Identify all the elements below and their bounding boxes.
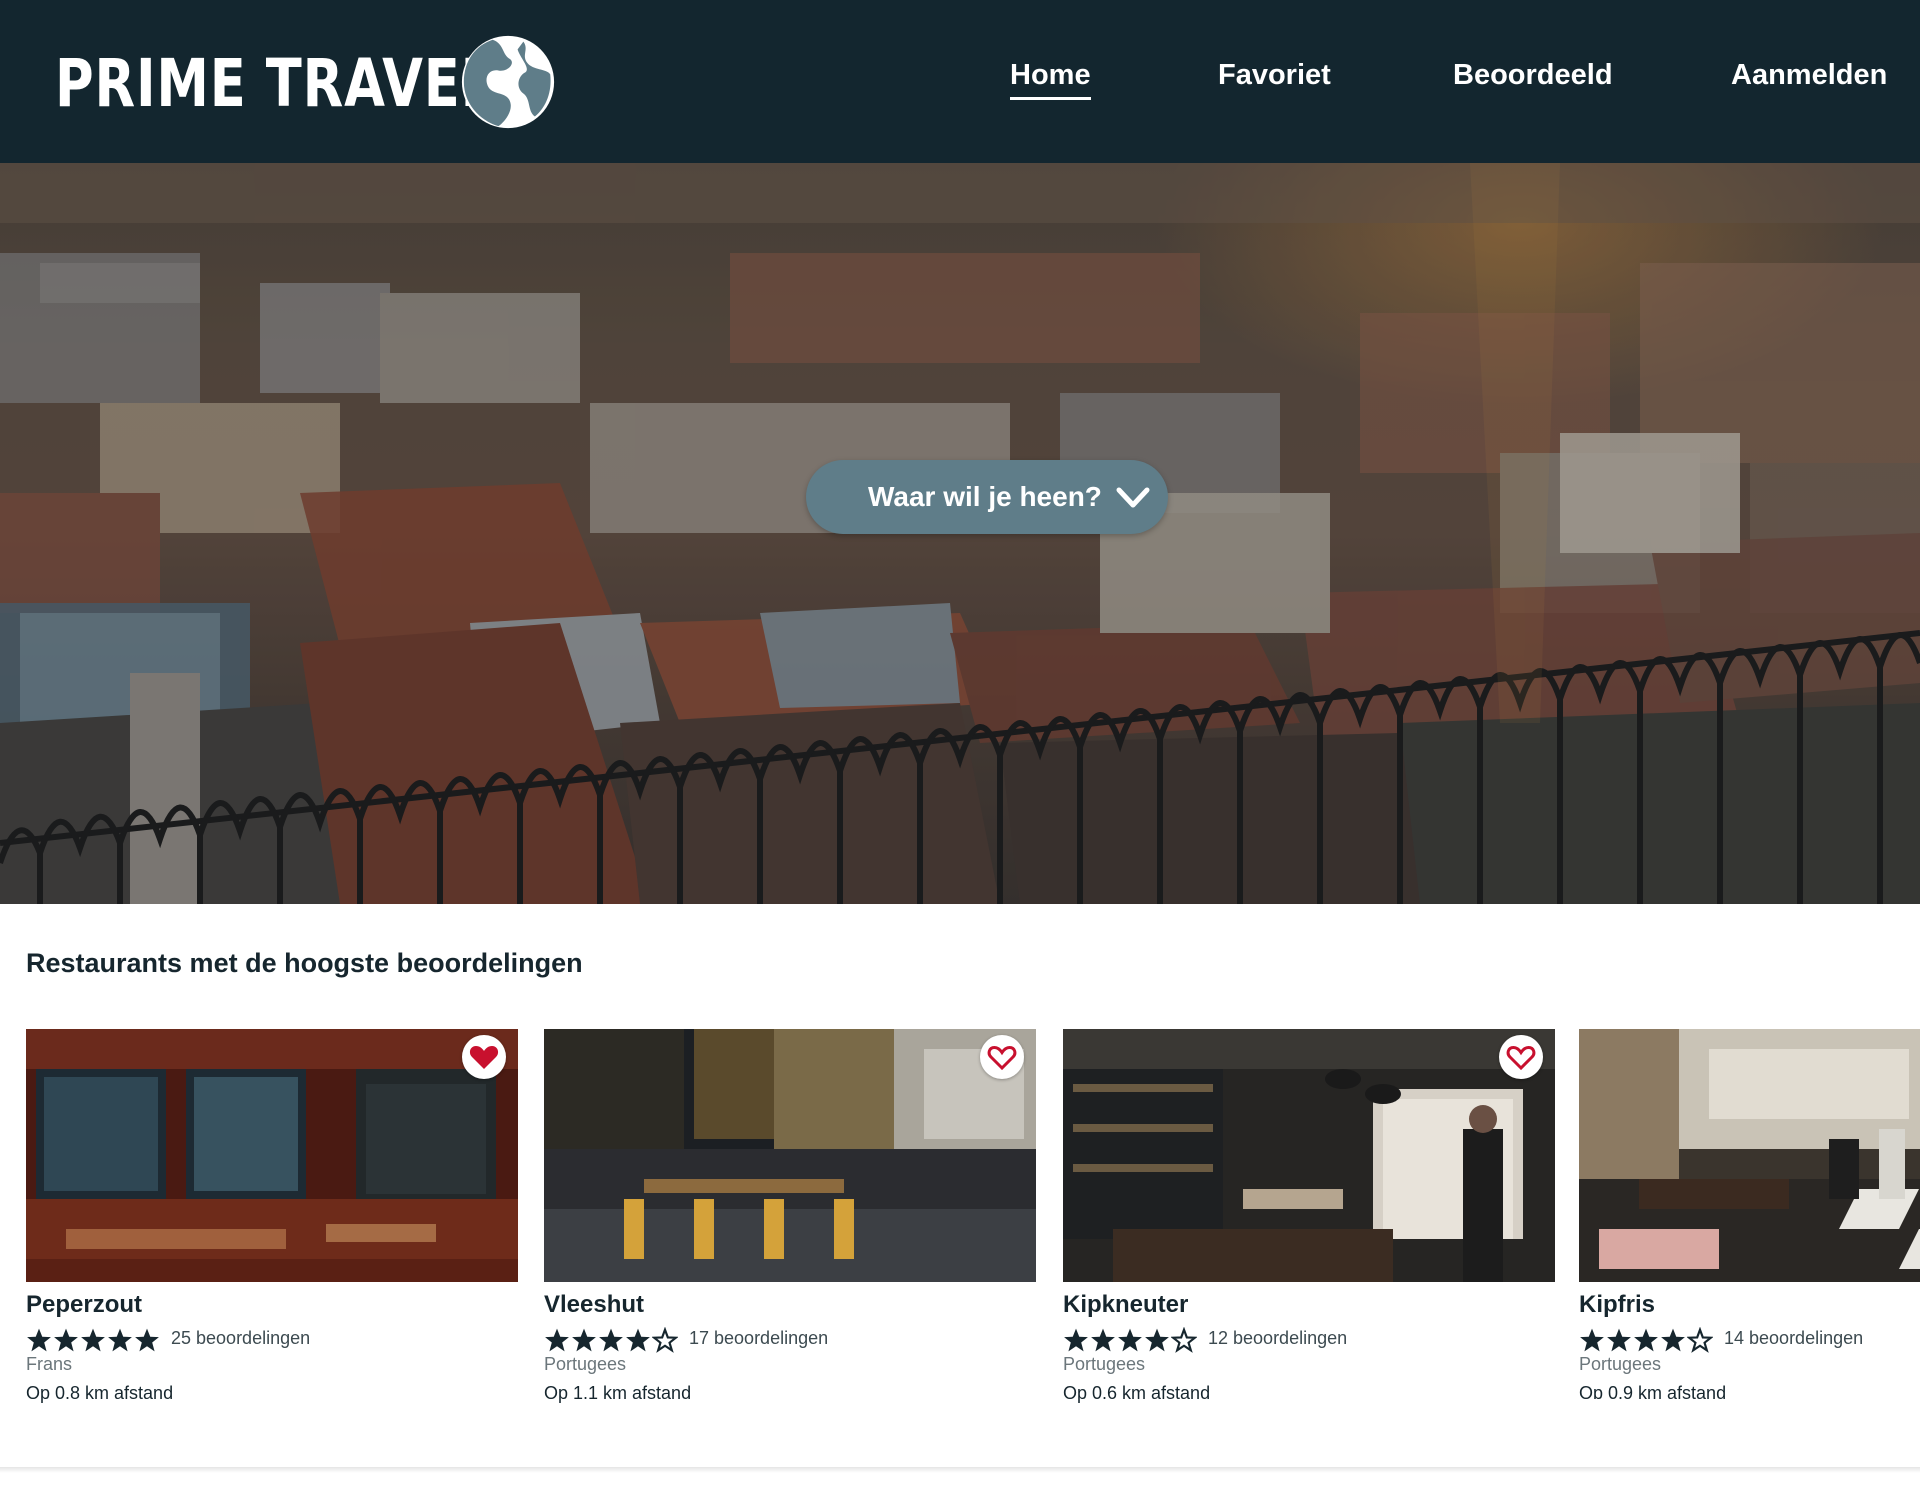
- restaurant-photo[interactable]: [544, 1029, 1036, 1282]
- star-filled-icon: [1091, 1328, 1115, 1352]
- heart-outline-icon: [1506, 1045, 1536, 1071]
- star-empty-icon: [1687, 1327, 1713, 1353]
- chevron-down-icon: [1116, 487, 1150, 508]
- distance-label: Op 0.6 km afstand: [1063, 1383, 1211, 1403]
- star-filled-icon: [135, 1328, 159, 1352]
- star-filled-icon: [1145, 1328, 1169, 1352]
- restaurant-name[interactable]: Kipfris: [1579, 1291, 1655, 1319]
- restaurant-photo[interactable]: [26, 1029, 518, 1282]
- nav-aanmelden[interactable]: Aanmelden: [1731, 55, 1887, 95]
- restaurant-card[interactable]: Vleeshut 17 beoordelingen Portugees Op 1…: [544, 1029, 1036, 1403]
- nav-favoriet[interactable]: Favoriet: [1218, 55, 1331, 95]
- star-filled-icon: [572, 1328, 596, 1352]
- star-filled-icon: [545, 1328, 569, 1352]
- star-empty-icon: [1171, 1327, 1197, 1353]
- star-filled-icon: [1661, 1328, 1685, 1352]
- section-title: Restaurants met de hoogste beoordelingen: [26, 948, 583, 978]
- heart-outline-icon: [987, 1045, 1017, 1071]
- star-filled-icon: [599, 1328, 623, 1352]
- destination-dropdown[interactable]: Waar wil je heen?: [806, 460, 1168, 534]
- distance-label: Op 0.8 km afstand: [26, 1383, 174, 1403]
- cuisine-label: Portugees: [544, 1354, 627, 1374]
- top-navbar: PRIME TRAVELS Home Favoriet Beoordeeld A…: [0, 0, 1920, 163]
- star-filled-icon: [1064, 1328, 1088, 1352]
- star-filled-icon: [1634, 1328, 1658, 1352]
- cuisine-label: Frans: [26, 1354, 73, 1374]
- star-filled-icon: [81, 1328, 105, 1352]
- cuisine-label: Portugees: [1579, 1354, 1662, 1374]
- star-empty-icon: [652, 1327, 678, 1353]
- restaurant-name[interactable]: Kipkneuter: [1063, 1291, 1188, 1319]
- favorite-button[interactable]: [1499, 1035, 1543, 1079]
- star-filled-icon: [626, 1328, 650, 1352]
- star-filled-icon: [27, 1328, 51, 1352]
- footer-divider: [0, 1467, 1920, 1473]
- restaurant-card[interactable]: Kipkneuter 12 beoordelingen Portugees Op…: [1063, 1029, 1555, 1403]
- restaurant-name[interactable]: Peperzout: [26, 1291, 142, 1319]
- star-rating: [1579, 1327, 1714, 1353]
- favorite-button[interactable]: [462, 1035, 506, 1079]
- restaurant-name[interactable]: Vleeshut: [544, 1291, 644, 1319]
- restaurant-photo[interactable]: [1579, 1029, 1920, 1282]
- nav-beoordeeld[interactable]: Beoordeeld: [1453, 55, 1613, 95]
- review-count: 14 beoordelingen: [1724, 1328, 1864, 1348]
- distance-label: Op 0.9 km afstand: [1579, 1383, 1727, 1399]
- restaurant-card[interactable]: Kipfris 14 beoordelingen Portugees Op 0.…: [1579, 1029, 1920, 1399]
- hero-banner: Waar wil je heen?: [0, 163, 1920, 904]
- review-count: 25 beoordelingen: [171, 1328, 311, 1348]
- review-count: 12 beoordelingen: [1208, 1328, 1348, 1348]
- star-filled-icon: [54, 1328, 78, 1352]
- star-filled-icon: [1118, 1328, 1142, 1352]
- star-filled-icon: [108, 1328, 132, 1352]
- star-rating: [26, 1327, 161, 1353]
- heart-filled-icon: [469, 1046, 499, 1069]
- star-filled-icon: [1607, 1328, 1631, 1352]
- nav-home[interactable]: Home: [1010, 55, 1091, 100]
- restaurant-photo[interactable]: [1063, 1029, 1555, 1282]
- star-filled-icon: [1580, 1328, 1604, 1352]
- star-rating: [1063, 1327, 1198, 1353]
- globe-icon[interactable]: [460, 34, 556, 130]
- distance-label: Op 1.1 km afstand: [544, 1383, 692, 1403]
- review-count: 17 beoordelingen: [689, 1328, 829, 1348]
- restaurant-card[interactable]: Peperzout 25 beoordelingen Frans Op 0.8 …: [26, 1029, 518, 1403]
- destination-dropdown-label: Waar wil je heen?: [868, 481, 1102, 512]
- star-rating: [544, 1327, 679, 1353]
- favorite-button[interactable]: [980, 1035, 1024, 1079]
- cuisine-label: Portugees: [1063, 1354, 1146, 1374]
